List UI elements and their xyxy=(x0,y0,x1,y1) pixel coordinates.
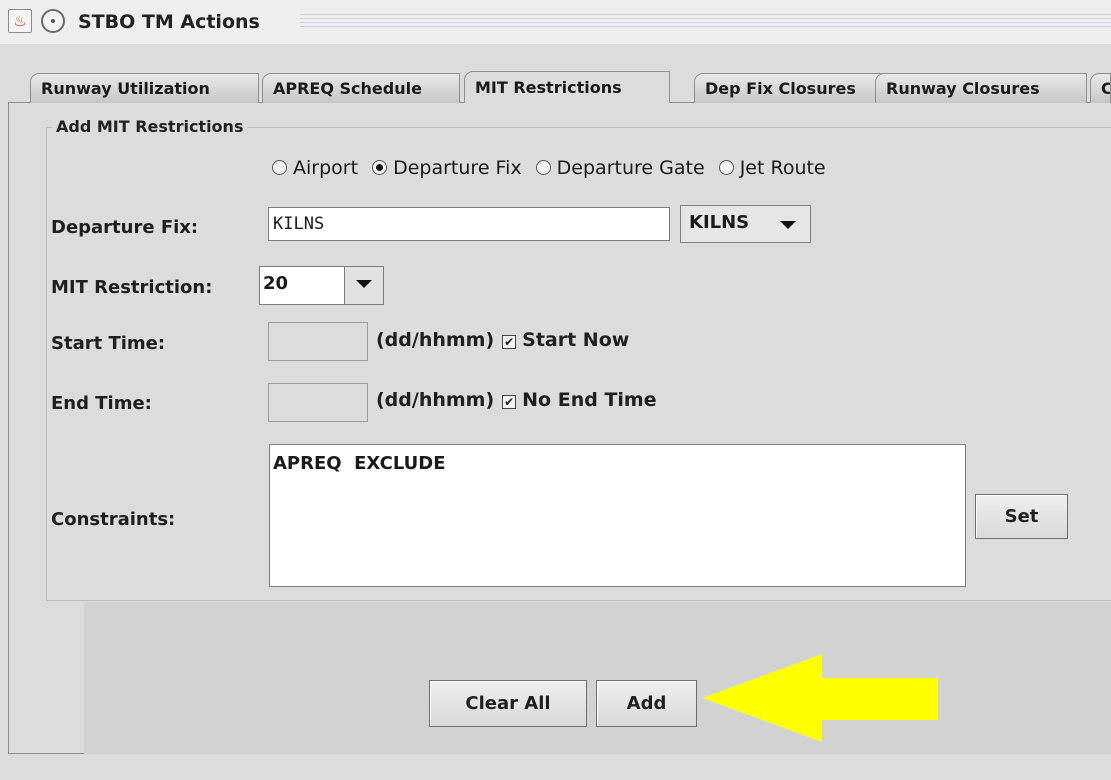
start-now-label: Start Now xyxy=(522,329,630,351)
end-time-label: End Time: xyxy=(51,393,152,414)
radio-label: Departure Gate xyxy=(556,156,705,179)
constraints-label: Constraints: xyxy=(51,509,176,530)
window-menu-circle-icon[interactable] xyxy=(41,9,65,33)
radio-departure-fix[interactable]: Departure Fix xyxy=(372,153,522,183)
java-app-icon[interactable]: ♨ xyxy=(8,9,32,33)
mit-dropdown-button[interactable] xyxy=(344,267,383,304)
tab-bar: Runway Utilization APREQ Schedule Dep Fi… xyxy=(30,71,1111,103)
add-button[interactable]: Add xyxy=(596,680,697,727)
chevron-down-icon xyxy=(356,280,372,288)
radio-selected-icon xyxy=(372,159,388,175)
start-time-label: Start Time: xyxy=(51,333,166,354)
radio-label: Airport xyxy=(293,156,359,179)
title-bar-stripes xyxy=(300,14,1111,30)
departure-fix-select[interactable]: KILNS xyxy=(680,205,811,243)
mit-restriction-value: 20 xyxy=(263,273,289,294)
highlight-arrow-icon xyxy=(702,654,938,742)
window-title: STBO TM Actions xyxy=(78,8,268,36)
chevron-down-icon xyxy=(780,221,796,229)
group-title: Add MIT Restrictions xyxy=(52,115,248,139)
radio-departure-gate[interactable]: Departure Gate xyxy=(535,153,705,183)
tab-mit-restrictions[interactable]: MIT Restrictions xyxy=(464,71,670,103)
radio-label: Departure Fix xyxy=(393,156,522,179)
tab-runway-closures[interactable]: Runway Closures xyxy=(875,73,1087,103)
radio-circle-icon xyxy=(535,159,551,175)
actions-area xyxy=(84,602,1111,754)
radio-airport[interactable]: Airport xyxy=(272,153,358,183)
no-end-time-label: No End Time xyxy=(522,389,657,411)
restriction-type-radio-group: Airport Departure Fix Departure Gate Jet… xyxy=(272,152,826,182)
mit-restriction-combo[interactable]: 20 xyxy=(259,266,384,305)
radio-label: Jet Route xyxy=(739,156,826,179)
clear-all-button[interactable]: Clear All xyxy=(429,680,587,727)
start-time-input[interactable] xyxy=(268,322,368,361)
end-time-input[interactable] xyxy=(268,383,368,422)
end-time-format: (dd/hhmm) xyxy=(376,389,495,411)
tab-overflow[interactable]: C xyxy=(1090,73,1111,103)
app-window: ♨ STBO TM Actions Runway Utilization APR… xyxy=(0,0,1111,780)
radio-circle-icon xyxy=(718,159,734,175)
departure-fix-label: Departure Fix: xyxy=(51,217,199,238)
tab-dep-fix-closures[interactable]: Dep Fix Closures xyxy=(694,73,897,103)
radio-jet-route[interactable]: Jet Route xyxy=(718,153,826,183)
tab-runway-utilization[interactable]: Runway Utilization xyxy=(30,73,259,103)
end-time-format-row: (dd/hhmm) ✔ No End Time xyxy=(376,389,657,411)
mit-restriction-label: MIT Restriction: xyxy=(51,277,213,298)
departure-fix-input[interactable]: KILNS xyxy=(268,207,670,241)
departure-fix-select-value: KILNS xyxy=(689,212,750,233)
set-button[interactable]: Set xyxy=(975,494,1068,539)
constraints-textarea[interactable]: APREQ EXCLUDE xyxy=(269,444,966,587)
title-bar[interactable]: ♨ STBO TM Actions xyxy=(0,0,1111,44)
radio-circle-icon xyxy=(272,159,287,175)
no-end-time-checkbox[interactable]: ✔ xyxy=(502,395,517,409)
tab-apreq-schedule[interactable]: APREQ Schedule xyxy=(262,73,460,103)
start-now-checkbox[interactable]: ✔ xyxy=(502,335,517,349)
start-time-format-row: (dd/hhmm) ✔ Start Now xyxy=(376,329,629,351)
start-time-format: (dd/hhmm) xyxy=(376,329,495,351)
